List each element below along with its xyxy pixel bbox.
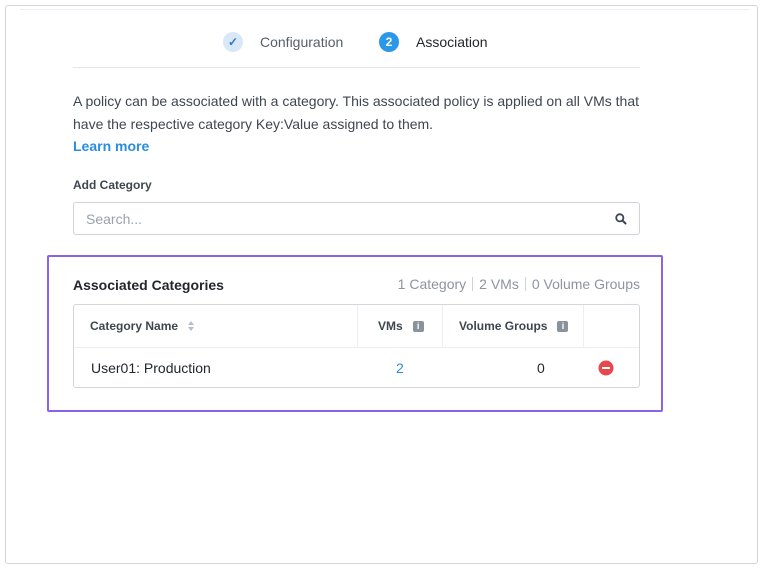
step-number-badge: 2 — [379, 32, 399, 52]
column-header-category-name[interactable]: Category Name — [90, 305, 195, 347]
column-header-vms: VMs i — [378, 305, 424, 347]
associated-categories-table: Category Name VMs i Volume Groups i User… — [73, 304, 640, 388]
add-category-label: Add Category — [73, 178, 152, 192]
table-row: User01: Production 2 0 — [74, 347, 639, 388]
remove-icon[interactable] — [598, 360, 614, 376]
volume-group-count: 0 Volume Groups — [531, 276, 640, 292]
vm-count: 2 VMs — [479, 276, 519, 292]
category-cell: User01: Production — [91, 359, 211, 376]
category-count: 1 Category — [397, 276, 467, 292]
column-divider — [583, 305, 584, 347]
search-icon[interactable] — [614, 212, 628, 226]
category-name-header-label: Category Name — [90, 319, 179, 333]
count-separator — [472, 277, 474, 291]
step-configuration-label: Configuration — [260, 34, 344, 50]
table-header: Category Name VMs i Volume Groups i — [74, 305, 639, 348]
frame-top-line — [20, 9, 750, 10]
step-association-label: Association — [416, 34, 488, 50]
column-divider — [357, 305, 358, 347]
step-done-check-icon: ✓ — [223, 32, 243, 52]
vms-header-label: VMs — [378, 319, 403, 333]
column-header-volume-groups: Volume Groups i — [459, 305, 569, 347]
vm-count-link[interactable]: 2 — [396, 347, 404, 388]
volume-groups-cell: 0 — [537, 359, 545, 376]
association-counts: 1 Category 2 VMs 0 Volume Groups — [398, 276, 640, 292]
category-search-input[interactable] — [84, 209, 614, 228]
remove-cell — [598, 347, 614, 388]
policy-description: A policy can be associated with a catego… — [73, 93, 640, 132]
step-configuration[interactable]: ✓ Configuration — [223, 32, 343, 52]
info-icon[interactable]: i — [557, 320, 569, 332]
category-search-box[interactable] — [73, 202, 640, 235]
step-association[interactable]: 2 Association — [379, 32, 488, 52]
header-divider — [73, 67, 640, 68]
associated-categories-title: Associated Categories — [73, 277, 224, 293]
column-divider — [442, 305, 443, 347]
volume-groups-header-label: Volume Groups — [459, 319, 548, 333]
info-icon[interactable]: i — [412, 320, 424, 332]
learn-more-link[interactable]: Learn more — [73, 138, 149, 154]
count-separator — [524, 277, 526, 291]
sort-icon[interactable] — [188, 321, 195, 331]
